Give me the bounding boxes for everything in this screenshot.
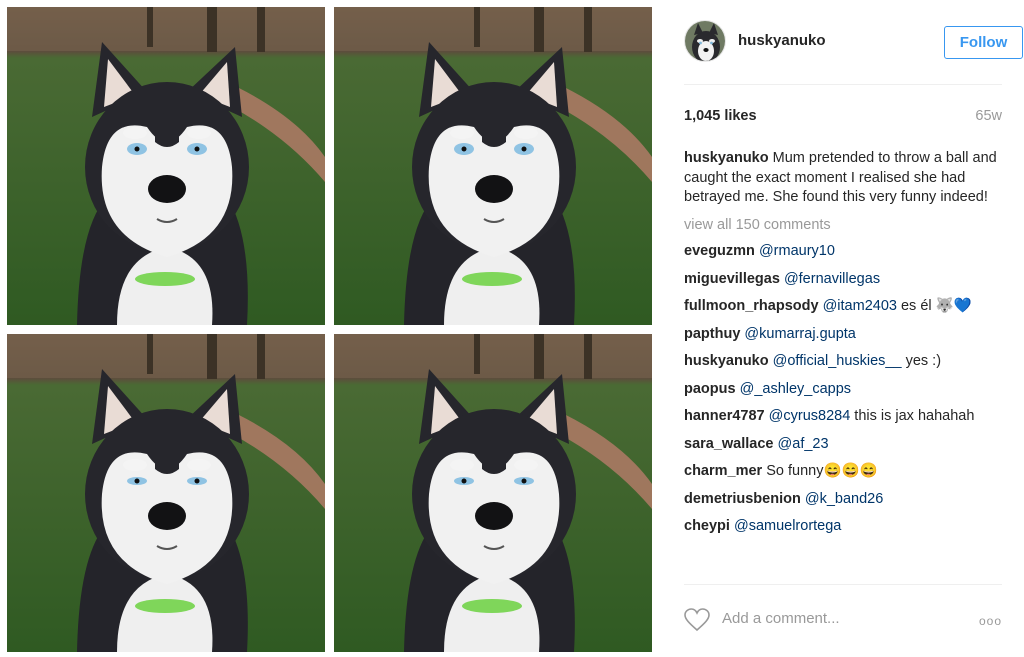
comment-mention[interactable]: @rmaury10 [759,243,835,259]
comment-mention[interactable]: @itam2403 [823,298,897,314]
more-options-icon[interactable]: ooo [979,614,1002,628]
husky-avatar-icon[interactable] [684,20,726,62]
comment-mention[interactable]: @official_huskies__ [773,353,902,369]
comment-text: yes :) [901,353,942,369]
comment-mention[interactable]: @_ashley_capps [740,381,851,397]
comment-mention[interactable]: @cyrus8284 [769,408,851,424]
comment-row: miguevillegas @fernavillegas [684,270,1002,290]
comments-list: huskyanuko Mum pretended to throw a ball… [684,149,1002,545]
comment-row: charm_mer So funny😄😄😄 [684,462,1002,482]
comment-row: fullmoon_rhapsody @itam2403 es él 🐺💙 [684,297,1002,317]
follow-button[interactable]: Follow [944,26,1023,59]
username[interactable]: huskyanuko [738,32,826,49]
divider [684,84,1002,85]
comment-mention[interactable]: @k_band26 [805,491,883,507]
comment-mention[interactable]: @af_23 [778,436,829,452]
comment-username[interactable]: paopus [684,381,736,397]
comment-text: es él 🐺💙 [896,298,972,314]
divider [684,584,1002,585]
comment-footer: ooo [684,602,1002,638]
view-all-comments-link[interactable]: view all 150 comments [684,216,1002,236]
comment-row: demetriusbenion @k_band26 [684,490,1002,510]
comment-rows: eveguzmn @rmaury10 miguevillegas @fernavi… [684,242,1002,537]
caption: huskyanuko Mum pretended to throw a ball… [684,149,1002,208]
comment-text: this is jax hahahah [850,408,975,424]
comment-username[interactable]: charm_mer [684,463,762,479]
likes-count[interactable]: 1,045 likes [684,108,757,124]
heart-icon[interactable] [684,608,710,632]
comment-row: papthuy @kumarraj.gupta [684,325,1002,345]
comment-text: So funny😄😄😄 [766,463,878,479]
comment-row: eveguzmn @rmaury10 [684,242,1002,262]
comment-row: paopus @_ashley_capps [684,380,1002,400]
caption-username[interactable]: huskyanuko [684,150,769,166]
comment-username[interactable]: fullmoon_rhapsody [684,298,819,314]
husky-photo-2[interactable] [334,7,652,325]
comment-username[interactable]: huskyanuko [684,353,769,369]
comment-username[interactable]: demetriusbenion [684,491,801,507]
post-panel: huskyanuko Follow 1,045 likes 65w huskya… [662,0,1024,657]
comment-row: cheypi @samuelrortega [684,517,1002,537]
post-age[interactable]: 65w [975,108,1002,124]
comment-row: huskyanuko @official_huskies__ yes :) [684,352,1002,372]
comment-username[interactable]: miguevillegas [684,271,780,287]
comment-row: sara_wallace @af_23 [684,435,1002,455]
comment-row: hanner4787 @cyrus8284 this is jax hahaha… [684,407,1002,427]
add-comment-input[interactable] [722,610,962,627]
comment-mention[interactable]: @kumarraj.gupta [744,326,855,342]
comment-username[interactable]: cheypi [684,518,730,534]
post-header: huskyanuko Follow [684,18,1023,66]
comment-mention[interactable]: @fernavillegas [784,271,880,287]
photo-grid [0,0,662,657]
husky-photo-1[interactable] [7,7,325,325]
comment-username[interactable]: hanner4787 [684,408,765,424]
comment-username[interactable]: papthuy [684,326,740,342]
comment-username[interactable]: sara_wallace [684,436,774,452]
husky-photo-3[interactable] [7,334,325,652]
comment-mention[interactable]: @samuelrortega [734,518,841,534]
comment-username[interactable]: eveguzmn [684,243,755,259]
husky-photo-4[interactable] [334,334,652,652]
